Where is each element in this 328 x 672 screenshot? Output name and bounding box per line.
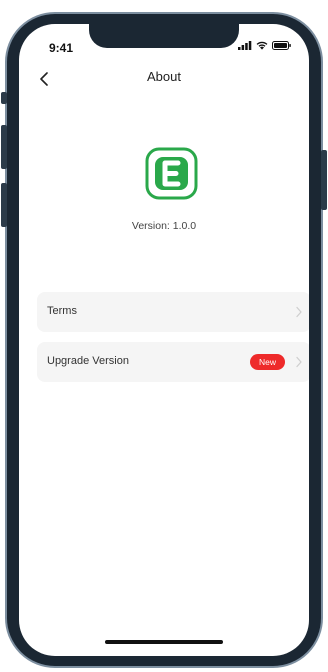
battery-icon — [272, 41, 291, 50]
version-label: Version: 1.0.0 — [131, 220, 197, 232]
power-button — [321, 150, 327, 210]
page-title: About — [147, 69, 181, 84]
notch — [89, 24, 239, 48]
volume-up-button — [1, 125, 7, 169]
status-bar: 9:41 — [19, 24, 309, 58]
screen: 9:41 About Version: 1.0.0 Terms Upgrade … — [19, 24, 309, 656]
upgrade-version-item[interactable]: Upgrade Version New — [37, 342, 309, 382]
upgrade-version-label: Upgrade Version — [47, 355, 129, 367]
silent-switch — [1, 92, 7, 104]
status-time: 9:41 — [49, 41, 74, 55]
signal-icon — [238, 41, 252, 50]
new-badge: New — [249, 354, 285, 370]
terms-item[interactable]: Terms — [37, 292, 309, 332]
terms-label: Terms — [47, 305, 77, 317]
status-icons — [238, 41, 291, 50]
home-indicator — [105, 640, 223, 644]
wifi-icon — [256, 41, 268, 50]
app-logo-icon — [145, 147, 198, 200]
nav-bar: About — [19, 64, 309, 94]
chevron-right-icon — [296, 356, 302, 368]
volume-down-button — [1, 183, 7, 227]
chevron-right-icon — [296, 306, 302, 318]
